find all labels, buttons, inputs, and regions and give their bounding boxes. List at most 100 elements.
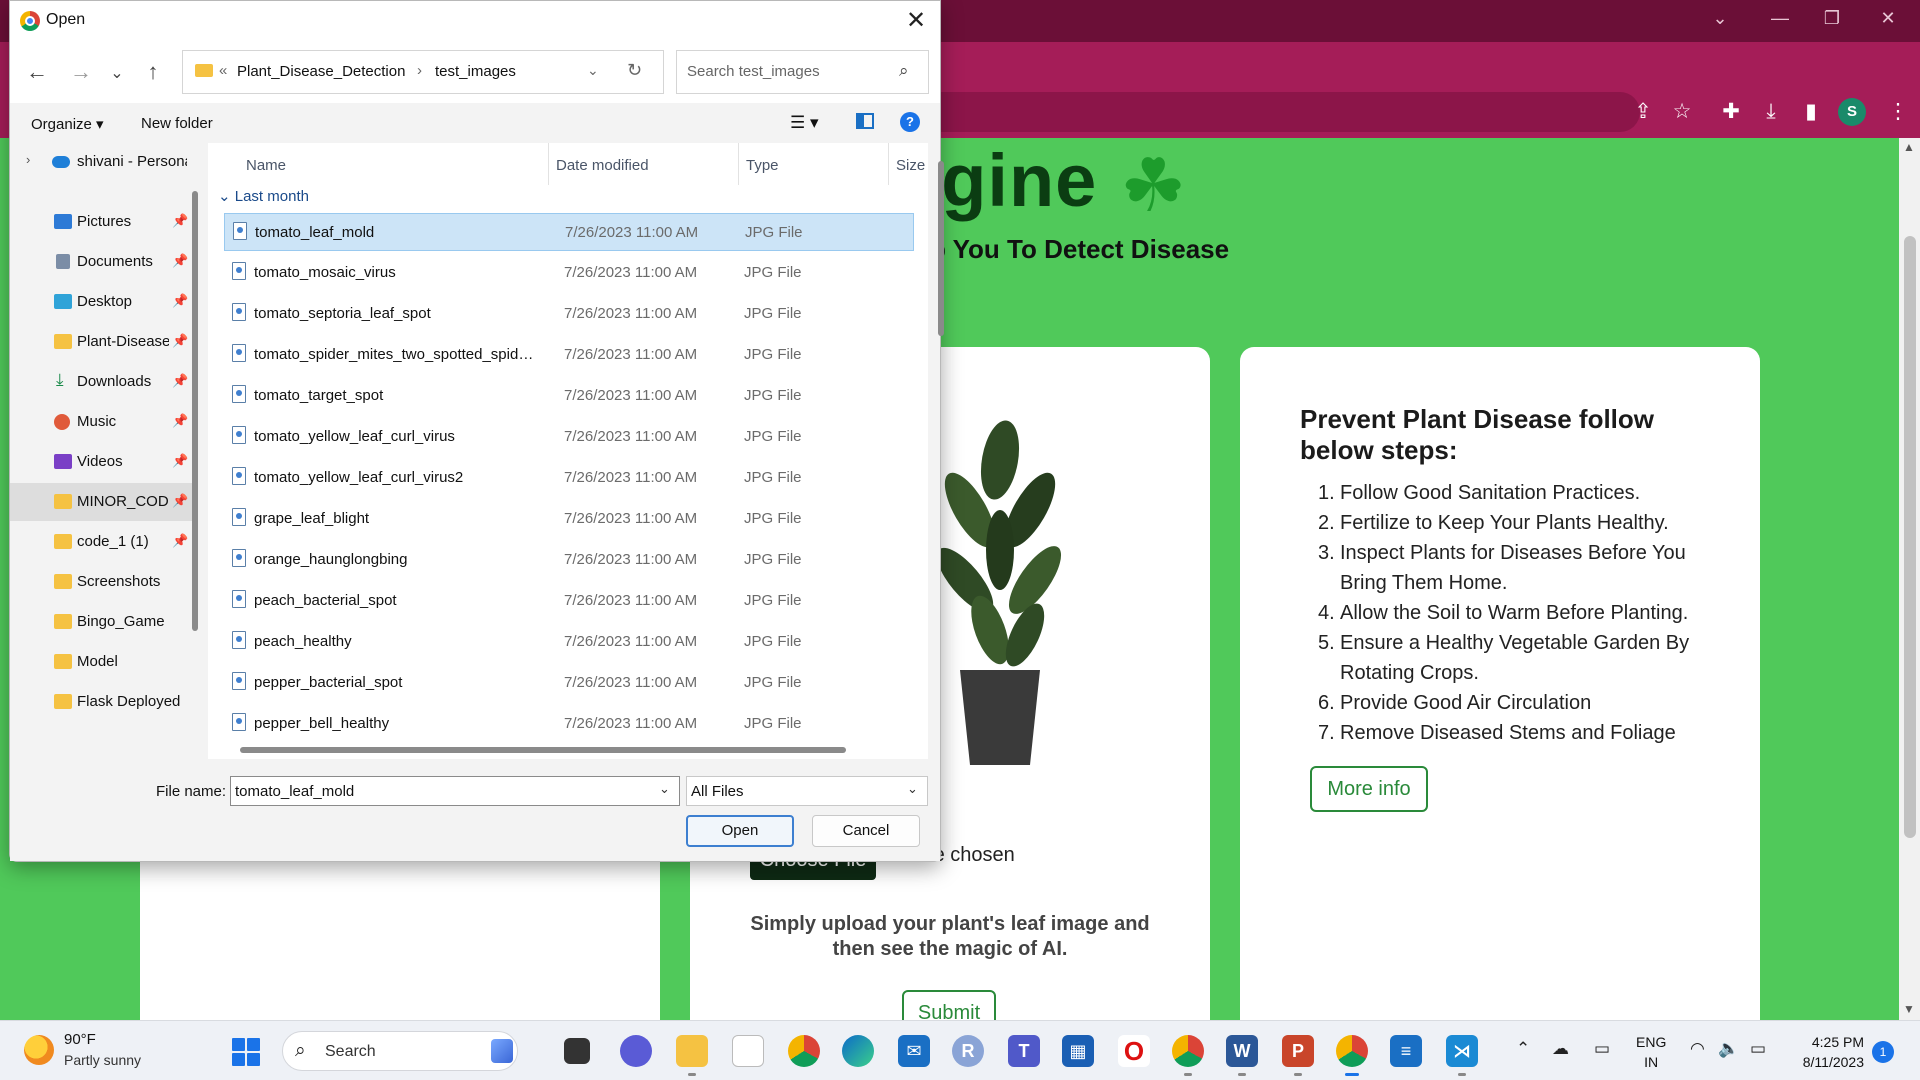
column-divider[interactable] bbox=[738, 143, 739, 185]
scroll-up-icon[interactable]: ▲ bbox=[1903, 140, 1915, 154]
onedrive-tray-icon[interactable]: ☁ bbox=[1552, 1039, 1569, 1059]
nav-item-bingo-game[interactable]: Bingo_Game bbox=[10, 603, 192, 641]
file-row[interactable]: tomato_yellow_leaf_curl_virus 7/26/2023 1… bbox=[224, 418, 914, 456]
more-info-button[interactable]: More info bbox=[1310, 766, 1428, 812]
nav-item-documents[interactable]: Documents 📌 bbox=[10, 243, 192, 281]
r-app-icon[interactable]: R bbox=[952, 1035, 984, 1067]
file-row[interactable]: tomato_septoria_leaf_spot 7/26/2023 11:00… bbox=[224, 295, 914, 333]
nav-item-minor-cod[interactable]: MINOR_COD 📌 bbox=[10, 483, 192, 521]
chrome-active-icon[interactable] bbox=[1336, 1035, 1368, 1076]
file-row[interactable]: pepper_bacterial_spot 7/26/2023 11:00 AM J… bbox=[224, 664, 914, 702]
nav-item-onedrive[interactable]: › shivani - Persona bbox=[10, 143, 192, 181]
tab-search-icon[interactable]: ⌄ bbox=[1700, 8, 1740, 29]
task-view-icon[interactable] bbox=[564, 1038, 590, 1064]
address-bar[interactable] bbox=[920, 92, 1640, 132]
tray-overflow-icon[interactable]: ⌃ bbox=[1516, 1039, 1530, 1059]
file-list-vertical-scrollbar[interactable] bbox=[938, 161, 944, 336]
organize-button[interactable]: Organize ▾ bbox=[31, 115, 104, 133]
store-icon[interactable]: ▦ bbox=[1062, 1035, 1094, 1067]
file-explorer-icon[interactable] bbox=[676, 1035, 708, 1076]
open-button[interactable]: Open bbox=[686, 815, 794, 847]
column-header-name[interactable]: Name bbox=[246, 157, 286, 174]
battery-icon[interactable]: ▭ bbox=[1750, 1039, 1766, 1059]
new-folder-button[interactable]: New folder bbox=[141, 115, 213, 132]
teams-icon[interactable]: T bbox=[1008, 1035, 1040, 1067]
file-row[interactable]: grape_leaf_blight 7/26/2023 11:00 AM JPG F… bbox=[224, 500, 914, 538]
breadcrumb-current[interactable]: test_images bbox=[435, 63, 516, 80]
file-row[interactable]: orange_haunglongbing 7/26/2023 11:00 AM JP… bbox=[224, 541, 914, 579]
group-header-last-month[interactable]: ⌄ Last month bbox=[218, 187, 309, 205]
nav-item-downloads[interactable]: ⤓ Downloads 📌 bbox=[10, 363, 192, 401]
help-icon[interactable]: ? bbox=[900, 112, 920, 132]
mail-icon[interactable]: ✉ bbox=[898, 1035, 930, 1067]
display-icon[interactable]: ▭ bbox=[1594, 1039, 1610, 1059]
cancel-button[interactable]: Cancel bbox=[812, 815, 920, 847]
address-breadcrumb[interactable]: « Plant_Disease_Detection › test_images … bbox=[182, 50, 664, 94]
edge-icon[interactable] bbox=[842, 1035, 874, 1067]
chrome-profile-icon[interactable] bbox=[1172, 1035, 1204, 1076]
extensions-icon[interactable]: ✚ bbox=[1717, 98, 1745, 126]
nav-item-desktop[interactable]: Desktop 📌 bbox=[10, 283, 192, 321]
menu-icon[interactable]: ⋮ bbox=[1884, 98, 1912, 126]
file-row[interactable]: tomato_yellow_leaf_curl_virus2 7/26/2023 … bbox=[224, 459, 914, 497]
chrome-icon[interactable] bbox=[788, 1035, 820, 1067]
star-icon[interactable]: ☆ bbox=[1668, 98, 1696, 126]
share-icon[interactable]: ⇪ bbox=[1629, 98, 1657, 126]
column-header-type[interactable]: Type bbox=[746, 157, 779, 174]
nav-item-videos[interactable]: Videos 📌 bbox=[10, 443, 192, 481]
wifi-icon[interactable]: ◠ bbox=[1690, 1039, 1705, 1059]
nav-item-flask-deployed[interactable]: Flask Deployed bbox=[10, 683, 192, 721]
sidebar-icon[interactable]: ▮ bbox=[1797, 98, 1825, 126]
scroll-down-icon[interactable]: ▼ bbox=[1903, 1002, 1915, 1016]
file-row[interactable]: tomato_target_spot 7/26/2023 11:00 AM JPG … bbox=[224, 377, 914, 415]
clock[interactable]: 4:25 PM 8/11/2023 bbox=[1786, 1032, 1864, 1072]
file-row[interactable]: tomato_mosaic_virus 7/26/2023 11:00 AM JPG… bbox=[224, 254, 914, 292]
nav-item-model[interactable]: Model bbox=[10, 643, 192, 681]
nav-item-code-1[interactable]: code_1 (1) 📌 bbox=[10, 523, 192, 561]
chat-icon[interactable] bbox=[620, 1035, 652, 1067]
preview-pane-icon[interactable] bbox=[856, 113, 874, 129]
column-header-size[interactable]: Size bbox=[896, 157, 925, 174]
file-type-filter[interactable]: All Files ⌄ bbox=[686, 776, 928, 806]
file-row[interactable]: tomato_spider_mites_two_spotted_spider..… bbox=[224, 336, 914, 374]
vscode-icon[interactable]: ⋊ bbox=[1446, 1035, 1478, 1076]
file-list-horizontal-scrollbar[interactable] bbox=[240, 747, 846, 753]
navpane-scrollbar[interactable] bbox=[192, 191, 198, 631]
notepad-file-icon[interactable] bbox=[732, 1035, 764, 1067]
language-indicator[interactable]: ENG IN bbox=[1636, 1032, 1666, 1072]
chevron-down-icon[interactable]: ⌄ bbox=[659, 781, 670, 797]
opera-icon[interactable]: O bbox=[1118, 1035, 1150, 1067]
volume-icon[interactable]: 🔈 bbox=[1718, 1039, 1739, 1059]
refresh-icon[interactable]: ↻ bbox=[627, 60, 642, 81]
breadcrumb-parent[interactable]: Plant_Disease_Detection bbox=[237, 63, 405, 80]
powerpoint-icon[interactable]: P bbox=[1282, 1035, 1314, 1076]
expand-chevron-icon[interactable]: › bbox=[26, 152, 30, 167]
download-icon[interactable]: ⤓ bbox=[1757, 98, 1785, 126]
scrollbar-thumb[interactable] bbox=[1904, 236, 1916, 838]
close-window-icon[interactable]: ✕ bbox=[1868, 8, 1908, 29]
start-button[interactable] bbox=[232, 1038, 260, 1066]
column-divider[interactable] bbox=[888, 143, 889, 185]
column-divider[interactable] bbox=[548, 143, 549, 185]
column-header-date[interactable]: Date modified bbox=[556, 157, 649, 174]
address-dropdown-icon[interactable]: ⌄ bbox=[587, 62, 599, 79]
file-row[interactable]: pepper_bell_healthy 7/26/2023 11:00 AM JPG… bbox=[224, 705, 914, 743]
back-arrow-icon[interactable]: ← bbox=[22, 59, 52, 85]
taskbar-search[interactable]: ⌕ Search bbox=[282, 1031, 518, 1071]
restore-icon[interactable]: ❐ bbox=[1812, 8, 1852, 29]
minimize-icon[interactable]: — bbox=[1760, 8, 1800, 29]
up-arrow-icon[interactable]: ↑ bbox=[138, 59, 168, 85]
file-row[interactable]: tomato_leaf_mold 7/26/2023 11:00 AM JPG Fi… bbox=[224, 213, 914, 251]
nav-item-plant-disease[interactable]: Plant-Disease 📌 bbox=[10, 323, 192, 361]
file-row[interactable]: peach_healthy 7/26/2023 11:00 AM JPG File bbox=[224, 623, 914, 661]
nav-item-pictures[interactable]: Pictures 📌 bbox=[10, 203, 192, 241]
weather-icon[interactable] bbox=[24, 1035, 54, 1065]
weather-description[interactable]: Partly sunny bbox=[64, 1052, 141, 1068]
page-scrollbar[interactable]: ▲ ▼ bbox=[1899, 138, 1920, 1020]
recent-locations-chevron-icon[interactable]: ⌄ bbox=[102, 63, 132, 83]
notification-badge[interactable]: 1 bbox=[1872, 1041, 1894, 1063]
nav-item-screenshots[interactable]: Screenshots bbox=[10, 563, 192, 601]
notepad-icon[interactable]: ≡ bbox=[1390, 1035, 1422, 1067]
file-name-field[interactable]: tomato_leaf_mold ⌄ bbox=[230, 776, 680, 806]
weather-temperature[interactable]: 90°F bbox=[64, 1031, 96, 1048]
